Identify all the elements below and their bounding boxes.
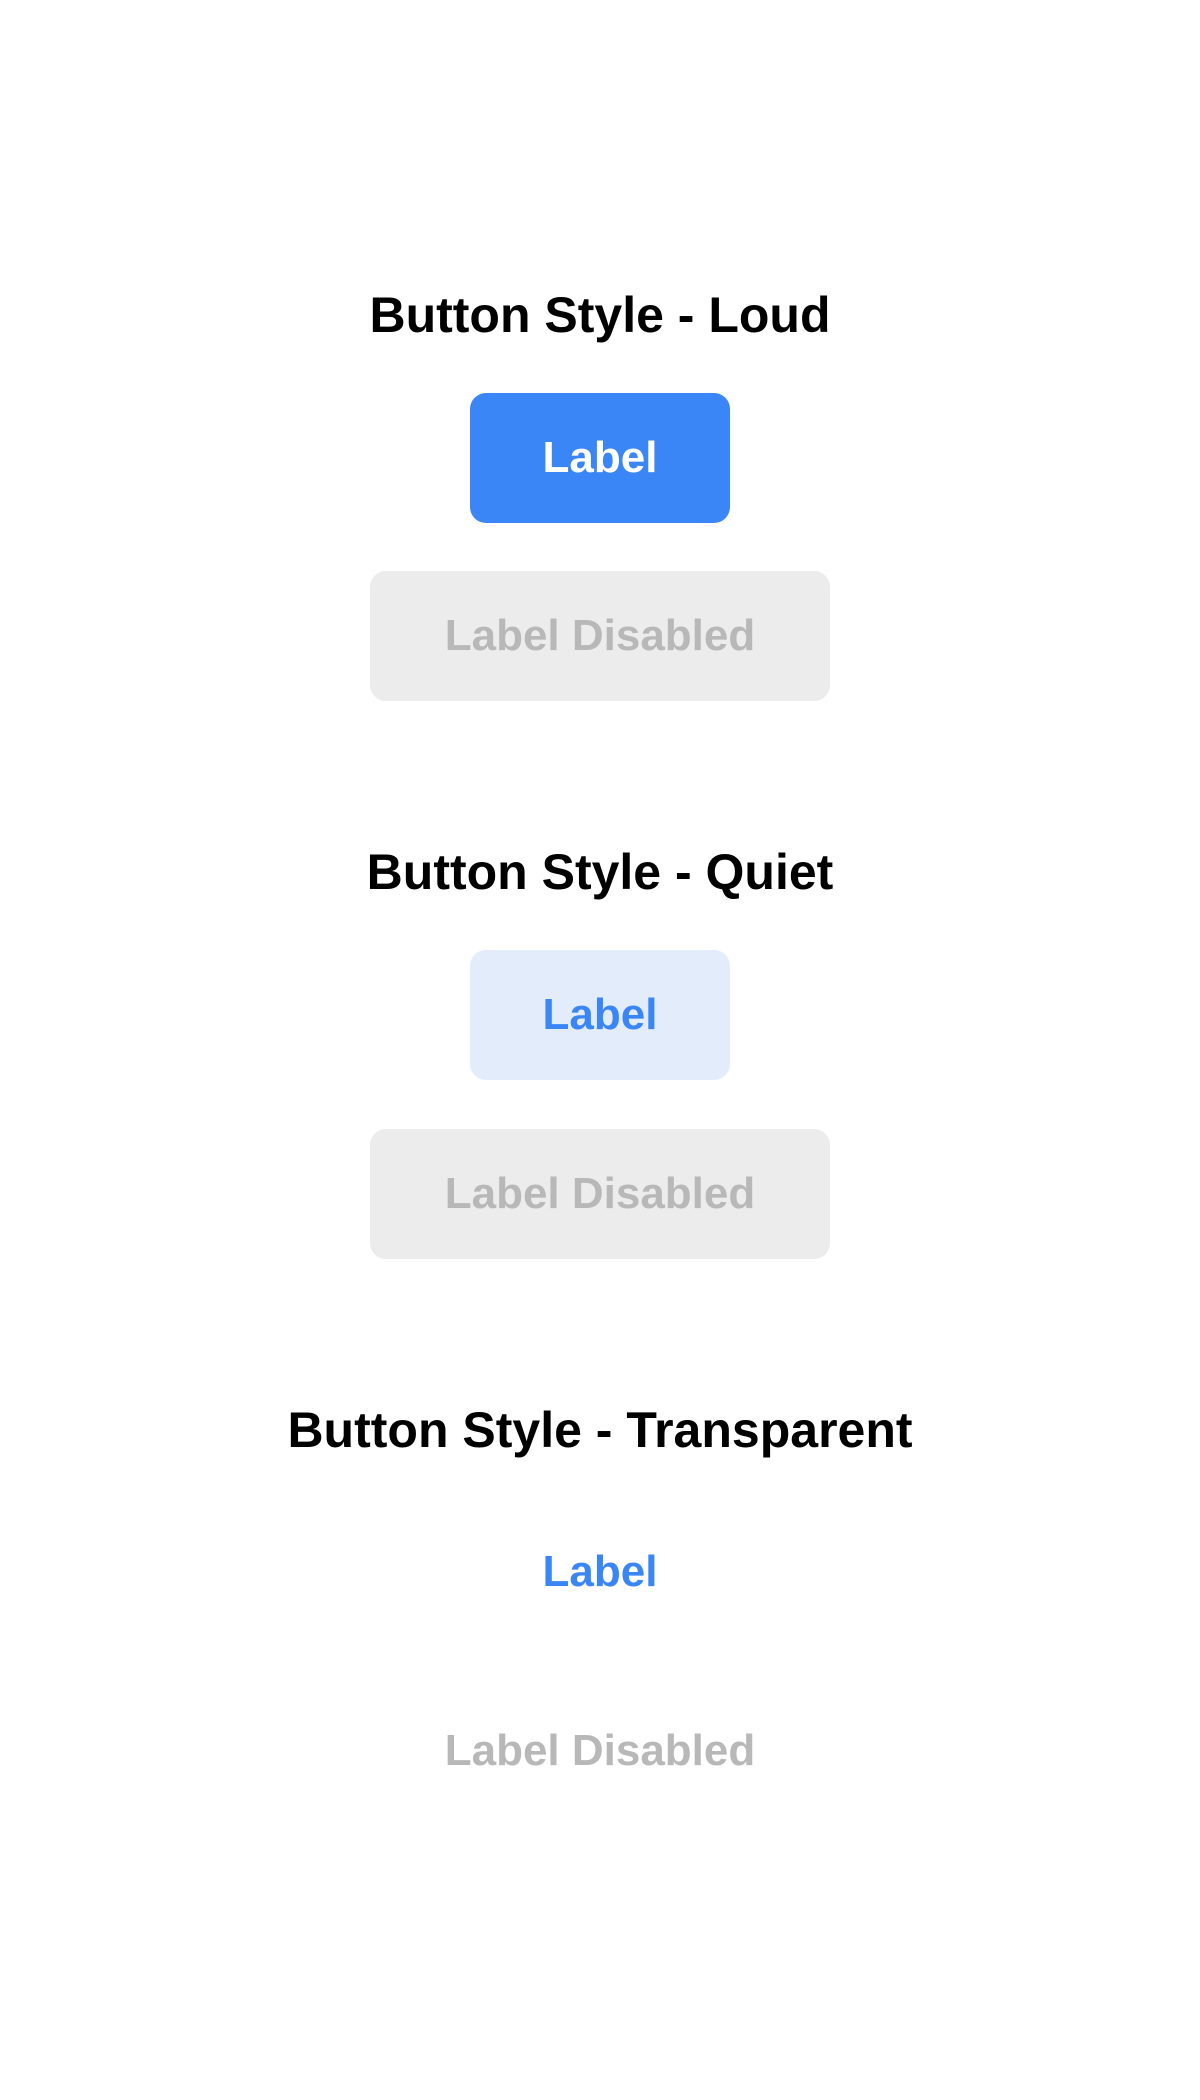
loud-label-disabled-button[interactable]: Label Disabled <box>370 571 830 701</box>
loud-label-button[interactable]: Label <box>470 393 730 523</box>
transparent-label-button[interactable]: Label <box>470 1507 730 1637</box>
heading-transparent: Button Style - Transparent <box>287 1402 913 1458</box>
transparent-label-disabled-button[interactable]: Label Disabled <box>370 1686 830 1816</box>
heading-quiet: Button Style - Quiet <box>366 844 834 900</box>
heading-loud: Button Style - Loud <box>369 287 831 343</box>
quiet-label-button[interactable]: Label <box>470 950 730 1080</box>
quiet-label-disabled-button[interactable]: Label Disabled <box>370 1129 830 1259</box>
